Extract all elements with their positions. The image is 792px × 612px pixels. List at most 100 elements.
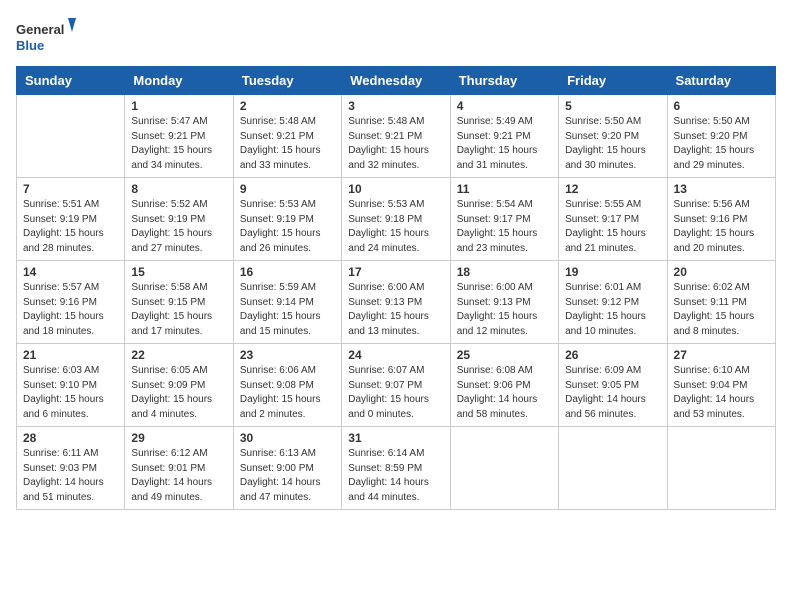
weekday-saturday: Saturday xyxy=(667,67,775,95)
calendar-cell: 29Sunrise: 6:12 AMSunset: 9:01 PMDayligh… xyxy=(125,427,233,510)
header: General Blue xyxy=(16,16,776,56)
calendar-cell: 21 Sunrise: 6:03 AMSunset: 9:10 PMDayligh… xyxy=(17,344,125,427)
calendar-cell: 13 Sunrise: 5:56 AMSunset: 9:16 PMDayligh… xyxy=(667,178,775,261)
calendar-cell xyxy=(559,427,667,510)
cell-content: Sunrise: 6:11 AMSunset: 9:03 PMDaylight:… xyxy=(23,447,118,505)
day-number: 22 xyxy=(131,348,226,362)
cell-content: Sunrise: 6:00 AMSunset: 9:13 PMDaylight:… xyxy=(348,281,443,339)
cell-content: Sunrise: 5:59 AMSunset: 9:14 PMDaylight:… xyxy=(240,281,335,339)
calendar-cell: 25 Sunrise: 6:08 AMSunset: 9:06 PMDayligh… xyxy=(450,344,558,427)
day-number: 5 xyxy=(565,99,660,113)
cell-content: Sunrise: 5:53 AMSunset: 9:18 PMDaylight:… xyxy=(348,198,443,256)
day-number: 17 xyxy=(348,265,443,279)
cell-content: Sunrise: 5:52 AMSunset: 9:19 PMDaylight:… xyxy=(131,198,226,256)
cell-content: Sunrise: 5:49 AMSunset: 9:21 PMDaylight:… xyxy=(457,115,552,173)
calendar-cell: 20 Sunrise: 6:02 AMSunset: 9:11 PMDayligh… xyxy=(667,261,775,344)
day-number: 14 xyxy=(23,265,118,279)
day-number: 9 xyxy=(240,182,335,196)
cell-content: Sunrise: 5:50 AMSunset: 9:20 PMDaylight:… xyxy=(565,115,660,173)
calendar-cell: 31 Sunrise: 6:14 AMSunset: 8:59 PMDayligh… xyxy=(342,427,450,510)
day-number: 11 xyxy=(457,182,552,196)
day-number: 20 xyxy=(674,265,769,279)
cell-content: Sunrise: 6:14 AMSunset: 8:59 PMDaylight:… xyxy=(348,447,443,505)
calendar-cell: 3Sunrise: 5:48 AMSunset: 9:21 PMDaylight… xyxy=(342,95,450,178)
calendar-cell: 24 Sunrise: 6:07 AMSunset: 9:07 PMDayligh… xyxy=(342,344,450,427)
calendar-cell: 12 Sunrise: 5:55 AMSunset: 9:17 PMDayligh… xyxy=(559,178,667,261)
cell-content: Sunrise: 6:07 AMSunset: 9:07 PMDaylight:… xyxy=(348,364,443,422)
calendar-cell: 2 Sunrise: 5:48 AMSunset: 9:21 PMDaylight… xyxy=(233,95,341,178)
day-number: 29 xyxy=(131,431,226,445)
calendar-cell: 22Sunrise: 6:05 AMSunset: 9:09 PMDayligh… xyxy=(125,344,233,427)
calendar-cell: 17 Sunrise: 6:00 AMSunset: 9:13 PMDayligh… xyxy=(342,261,450,344)
day-number: 2 xyxy=(240,99,335,113)
cell-content: Sunrise: 5:47 AMSunset: 9:21 PMDaylight:… xyxy=(131,115,226,173)
day-number: 10 xyxy=(348,182,443,196)
cell-content: Sunrise: 5:50 AMSunset: 9:20 PMDaylight:… xyxy=(674,115,769,173)
calendar-cell: 26Sunrise: 6:09 AMSunset: 9:05 PMDayligh… xyxy=(559,344,667,427)
calendar-cell: 7Sunrise: 5:51 AMSunset: 9:19 PMDaylight… xyxy=(17,178,125,261)
day-number: 19 xyxy=(565,265,660,279)
cell-content: Sunrise: 6:10 AMSunset: 9:04 PMDaylight:… xyxy=(674,364,769,422)
weekday-friday: Friday xyxy=(559,67,667,95)
calendar-cell: 11 Sunrise: 5:54 AMSunset: 9:17 PMDayligh… xyxy=(450,178,558,261)
weekday-header-row: SundayMondayTuesdayWednesdayThursdayFrid… xyxy=(17,67,776,95)
svg-text:General: General xyxy=(16,22,64,37)
calendar-cell: 10 Sunrise: 5:53 AMSunset: 9:18 PMDayligh… xyxy=(342,178,450,261)
cell-content: Sunrise: 5:53 AMSunset: 9:19 PMDaylight:… xyxy=(240,198,335,256)
calendar-row-3: 21 Sunrise: 6:03 AMSunset: 9:10 PMDayligh… xyxy=(17,344,776,427)
cell-content: Sunrise: 5:56 AMSunset: 9:16 PMDaylight:… xyxy=(674,198,769,256)
day-number: 31 xyxy=(348,431,443,445)
logo: General Blue xyxy=(16,16,76,56)
calendar-cell: 6 Sunrise: 5:50 AMSunset: 9:20 PMDaylight… xyxy=(667,95,775,178)
day-number: 12 xyxy=(565,182,660,196)
weekday-wednesday: Wednesday xyxy=(342,67,450,95)
weekday-thursday: Thursday xyxy=(450,67,558,95)
cell-content: Sunrise: 6:02 AMSunset: 9:11 PMDaylight:… xyxy=(674,281,769,339)
cell-content: Sunrise: 6:08 AMSunset: 9:06 PMDaylight:… xyxy=(457,364,552,422)
calendar-row-4: 28 Sunrise: 6:11 AMSunset: 9:03 PMDayligh… xyxy=(17,427,776,510)
day-number: 8 xyxy=(131,182,226,196)
day-number: 13 xyxy=(674,182,769,196)
cell-content: Sunrise: 6:00 AMSunset: 9:13 PMDaylight:… xyxy=(457,281,552,339)
calendar-cell: 9 Sunrise: 5:53 AMSunset: 9:19 PMDaylight… xyxy=(233,178,341,261)
calendar-cell: 27 Sunrise: 6:10 AMSunset: 9:04 PMDayligh… xyxy=(667,344,775,427)
day-number: 4 xyxy=(457,99,552,113)
day-number: 7 xyxy=(23,182,118,196)
day-number: 24 xyxy=(348,348,443,362)
calendar-cell: 8 Sunrise: 5:52 AMSunset: 9:19 PMDaylight… xyxy=(125,178,233,261)
calendar-cell: 4 Sunrise: 5:49 AMSunset: 9:21 PMDaylight… xyxy=(450,95,558,178)
calendar-table: SundayMondayTuesdayWednesdayThursdayFrid… xyxy=(16,66,776,510)
day-number: 25 xyxy=(457,348,552,362)
calendar-cell: 5 Sunrise: 5:50 AMSunset: 9:20 PMDaylight… xyxy=(559,95,667,178)
cell-content: Sunrise: 6:09 AMSunset: 9:05 PMDaylight:… xyxy=(565,364,660,422)
day-number: 18 xyxy=(457,265,552,279)
calendar-cell: 1 Sunrise: 5:47 AMSunset: 9:21 PMDaylight… xyxy=(125,95,233,178)
weekday-monday: Monday xyxy=(125,67,233,95)
cell-content: Sunrise: 6:13 AMSunset: 9:00 PMDaylight:… xyxy=(240,447,335,505)
cell-content: Sunrise: 5:57 AMSunset: 9:16 PMDaylight:… xyxy=(23,281,118,339)
cell-content: Sunrise: 5:58 AMSunset: 9:15 PMDaylight:… xyxy=(131,281,226,339)
calendar-cell xyxy=(667,427,775,510)
day-number: 21 xyxy=(23,348,118,362)
day-number: 23 xyxy=(240,348,335,362)
calendar-row-1: 7Sunrise: 5:51 AMSunset: 9:19 PMDaylight… xyxy=(17,178,776,261)
day-number: 28 xyxy=(23,431,118,445)
day-number: 30 xyxy=(240,431,335,445)
logo-svg: General Blue xyxy=(16,16,76,56)
calendar-cell: 30 Sunrise: 6:13 AMSunset: 9:00 PMDayligh… xyxy=(233,427,341,510)
cell-content: Sunrise: 5:48 AMSunset: 9:21 PMDaylight:… xyxy=(240,115,335,173)
day-number: 27 xyxy=(674,348,769,362)
cell-content: Sunrise: 5:55 AMSunset: 9:17 PMDaylight:… xyxy=(565,198,660,256)
cell-content: Sunrise: 6:03 AMSunset: 9:10 PMDaylight:… xyxy=(23,364,118,422)
weekday-tuesday: Tuesday xyxy=(233,67,341,95)
calendar-cell xyxy=(17,95,125,178)
day-number: 6 xyxy=(674,99,769,113)
calendar-cell: 15 Sunrise: 5:58 AMSunset: 9:15 PMDayligh… xyxy=(125,261,233,344)
cell-content: Sunrise: 5:54 AMSunset: 9:17 PMDaylight:… xyxy=(457,198,552,256)
calendar-cell: 14 Sunrise: 5:57 AMSunset: 9:16 PMDayligh… xyxy=(17,261,125,344)
day-number: 1 xyxy=(131,99,226,113)
day-number: 15 xyxy=(131,265,226,279)
calendar-cell: 19Sunrise: 6:01 AMSunset: 9:12 PMDayligh… xyxy=(559,261,667,344)
day-number: 3 xyxy=(348,99,443,113)
calendar-row-0: 1 Sunrise: 5:47 AMSunset: 9:21 PMDaylight… xyxy=(17,95,776,178)
